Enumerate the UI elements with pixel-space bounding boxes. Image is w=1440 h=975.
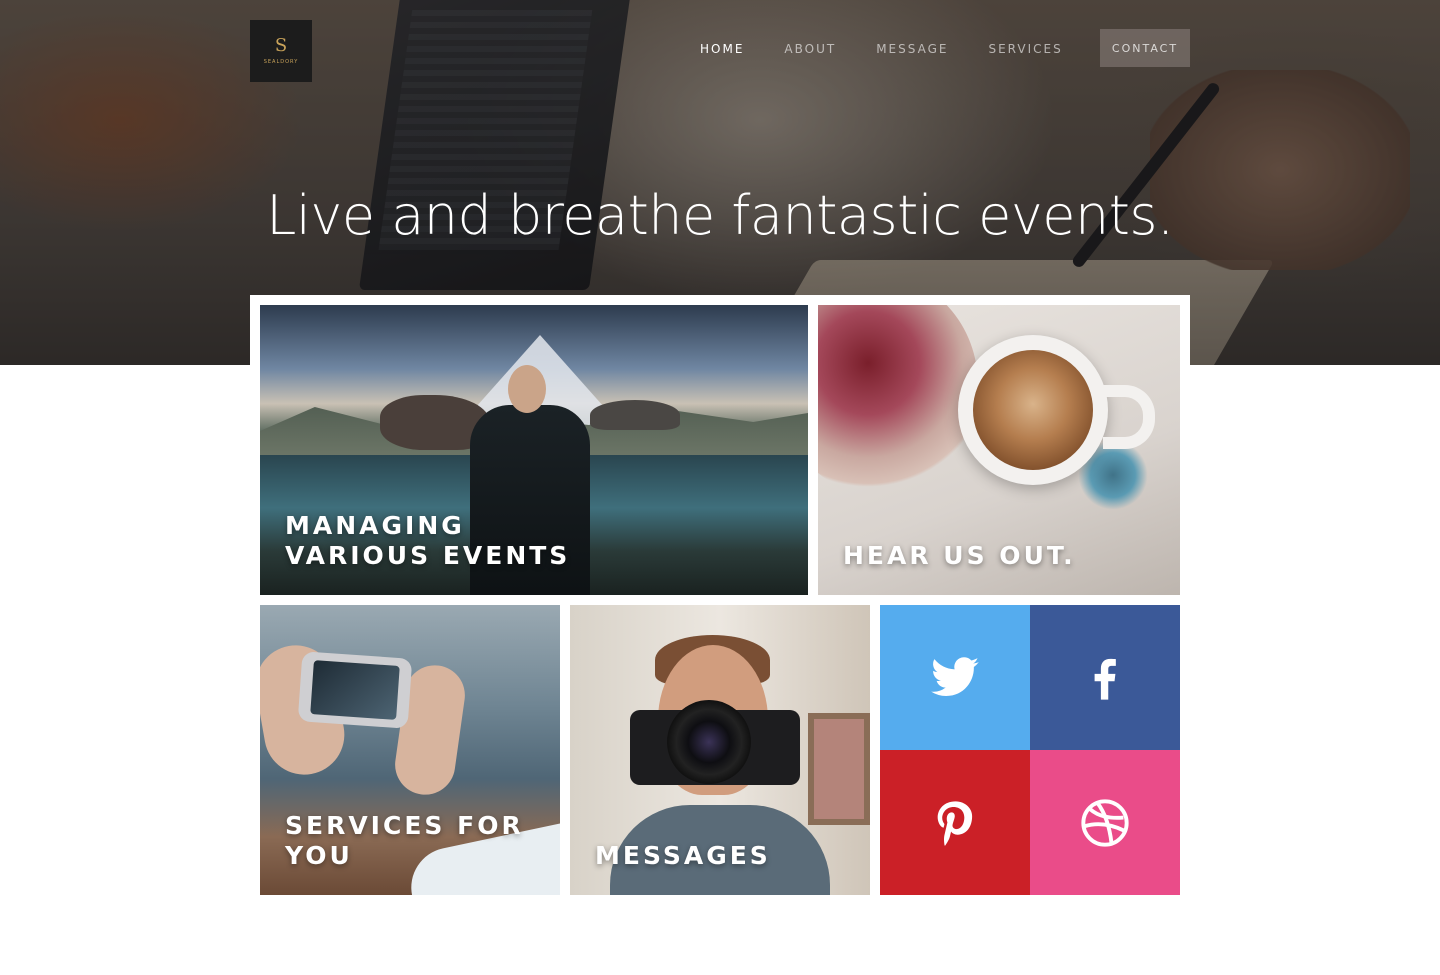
tile-title: MANAGING VARIOUS EVENTS xyxy=(285,511,571,570)
tile-services-for-you[interactable]: SERVICES FOR YOU xyxy=(260,605,560,895)
hero-headline: Live and breathe fantastic events. xyxy=(266,184,1174,248)
tile-managing-events[interactable]: MANAGING VARIOUS EVENTS xyxy=(260,305,808,595)
tile-messages[interactable]: MESSAGES xyxy=(570,605,870,895)
nav-about[interactable]: ABOUT xyxy=(764,42,856,56)
nav-message[interactable]: MESSAGE xyxy=(856,42,968,56)
contact-button[interactable]: CONTACT xyxy=(1100,29,1190,67)
nav-home[interactable]: HOME xyxy=(680,42,764,56)
bowl-image xyxy=(818,305,978,495)
pinterest-link[interactable] xyxy=(880,750,1030,895)
tile-title: MESSAGES xyxy=(595,841,771,870)
dribbble-icon xyxy=(1081,798,1129,847)
site-logo[interactable]: S SEALDORY xyxy=(250,20,312,82)
nav-services[interactable]: SERVICES xyxy=(968,42,1082,56)
facebook-link[interactable] xyxy=(1030,605,1180,750)
phone-image xyxy=(297,651,413,729)
logo-wordmark: SEALDORY xyxy=(263,59,299,65)
main-nav: HOME ABOUT MESSAGE SERVICES xyxy=(680,42,1083,56)
tile-title: HEAR US OUT. xyxy=(843,541,1076,570)
coffee-cup-image xyxy=(958,335,1108,485)
facebook-icon xyxy=(1094,658,1116,700)
pinterest-icon xyxy=(937,800,973,846)
dribbble-link[interactable] xyxy=(1030,750,1180,895)
twitter-link[interactable] xyxy=(880,605,1030,750)
tile-title: SERVICES FOR YOU xyxy=(285,811,524,870)
tile-hear-us-out[interactable]: HEAR US OUT. xyxy=(818,305,1180,595)
logo-letter: S xyxy=(274,35,288,56)
twitter-icon xyxy=(931,656,979,696)
